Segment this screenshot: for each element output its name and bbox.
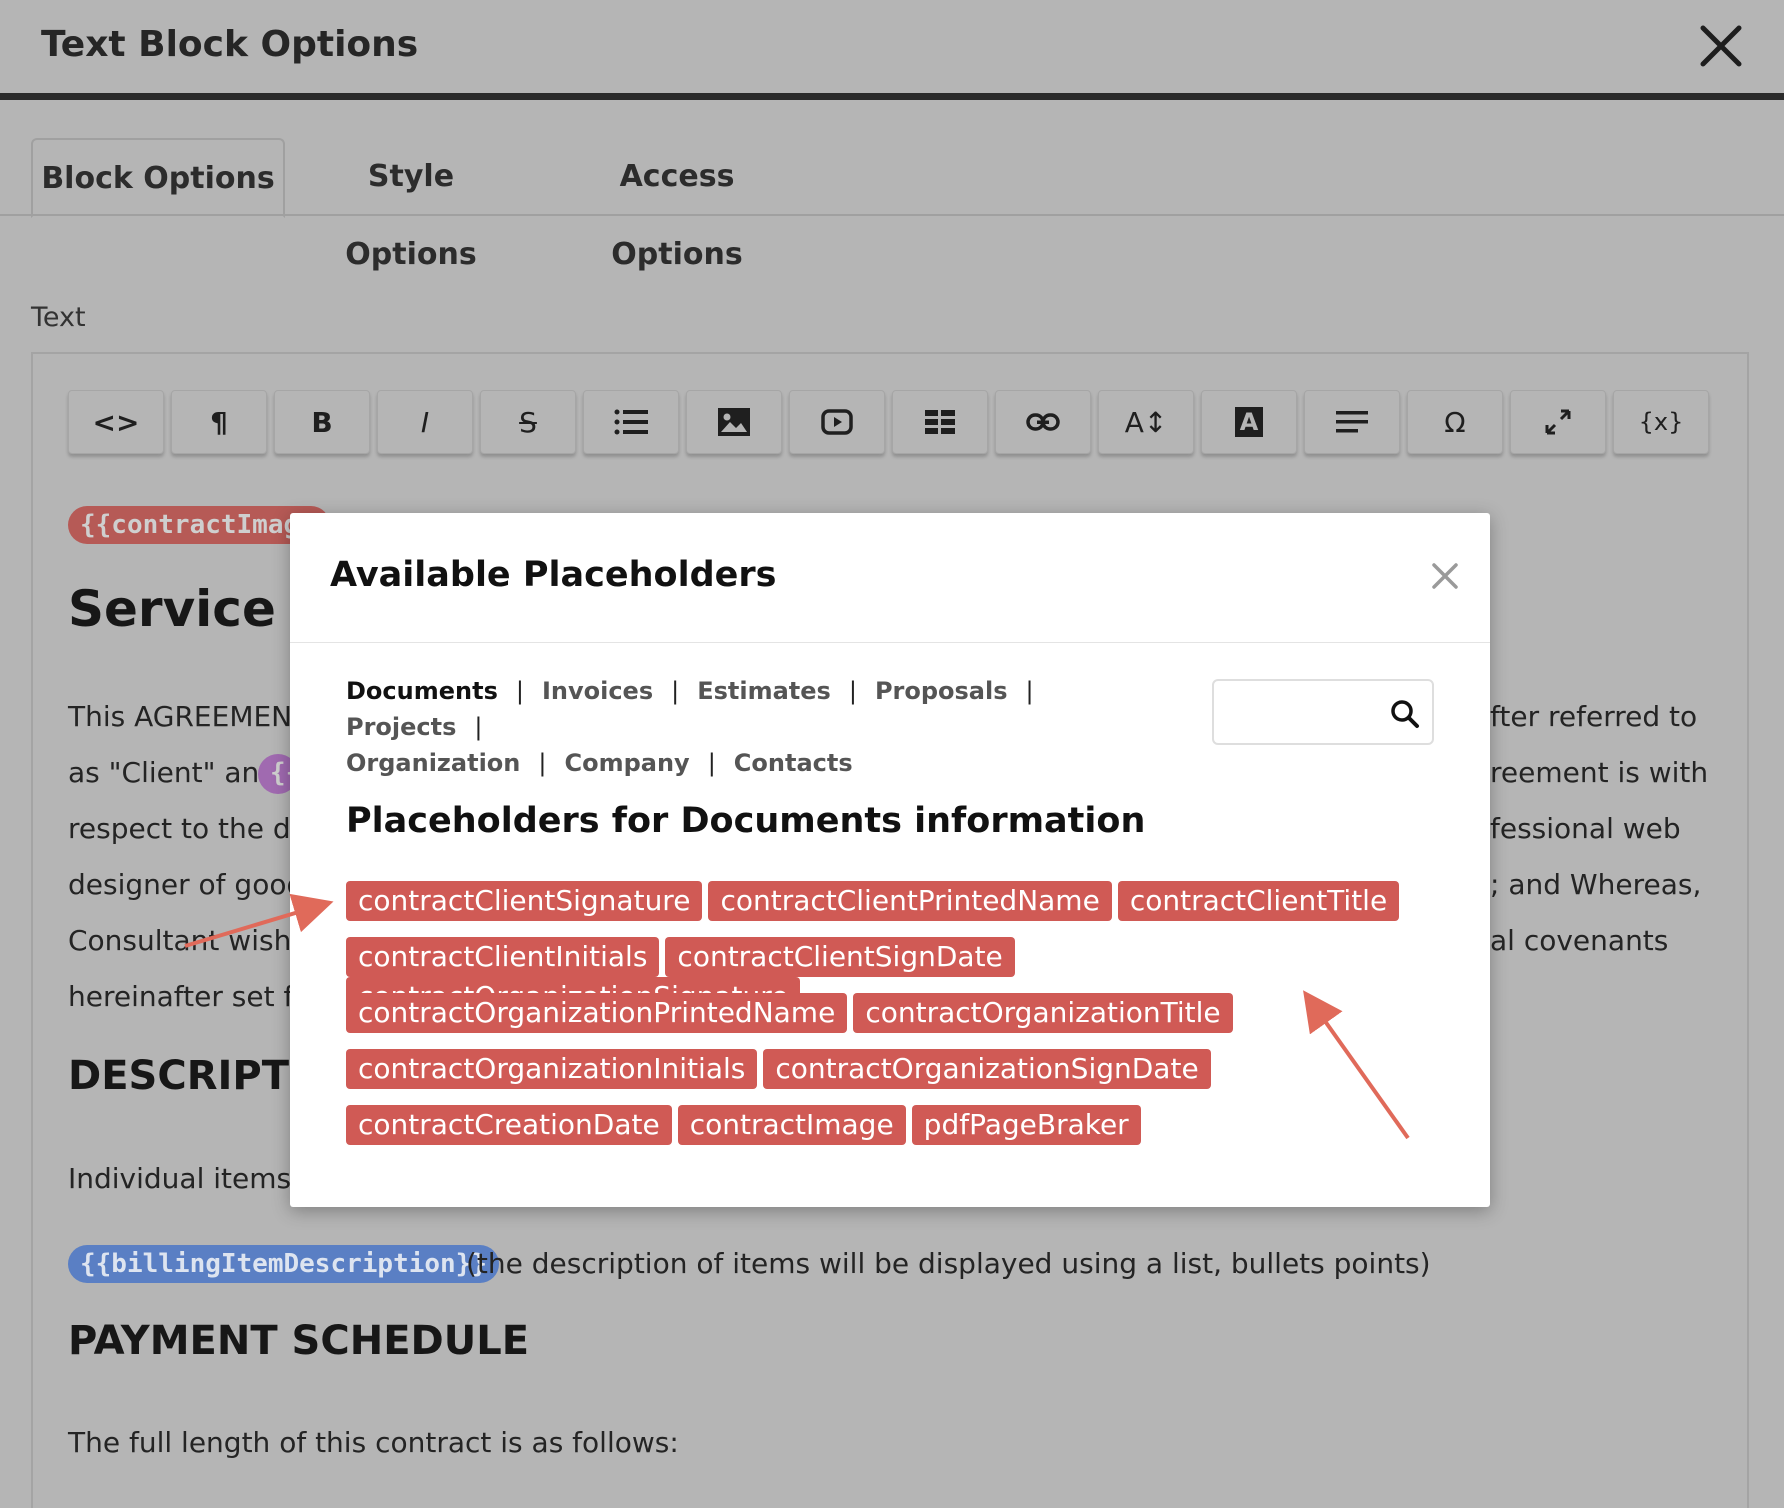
text-color-icon: A xyxy=(1234,407,1264,437)
strikethrough-icon: S xyxy=(519,405,537,439)
placeholder-list: contractClientSignature contractClientPri… xyxy=(346,881,1446,1161)
italic-icon: I xyxy=(420,405,430,439)
code-view-button[interactable]: <> xyxy=(68,390,164,454)
placeholders-modal: Available Placeholders Documents | Invoice… xyxy=(290,513,1490,1207)
list-button[interactable] xyxy=(583,390,679,454)
category-organization[interactable]: Organization xyxy=(346,745,520,781)
placeholder-icon: {x} xyxy=(1638,408,1684,436)
items-line: Individual items i xyxy=(68,1162,308,1195)
search-icon[interactable] xyxy=(1390,699,1420,729)
placeholder-row: contractOrganizationInitials contractOrga… xyxy=(346,1049,1446,1105)
table-button[interactable] xyxy=(892,390,988,454)
text-color-button[interactable]: A xyxy=(1201,390,1297,454)
link-button[interactable] xyxy=(995,390,1091,454)
paragraph-line-right: reement is with xyxy=(1490,756,1709,789)
font-size-button[interactable]: A↕ xyxy=(1098,390,1194,454)
placeholder-row: contractCreationDate contractImage pdfPage… xyxy=(346,1105,1446,1161)
fullscreen-button[interactable] xyxy=(1510,390,1606,454)
special-char-button[interactable]: Ω xyxy=(1407,390,1503,454)
placeholder-chip[interactable]: contractClientTitle xyxy=(1117,881,1400,921)
placeholder-chip[interactable]: contractOrganizationTitle xyxy=(853,993,1233,1033)
placeholder-search xyxy=(1212,679,1434,745)
placeholder-chip[interactable]: contractOrganizationInitials xyxy=(346,1049,758,1089)
align-icon xyxy=(1336,411,1368,433)
placeholder-categories: Documents | Invoices | Estimates | Proposals | P… xyxy=(346,673,1086,781)
category-invoices[interactable]: Invoices xyxy=(542,673,653,709)
placeholder-chip[interactable]: contractClientSignature xyxy=(346,881,703,921)
fullscreen-icon xyxy=(1545,409,1571,435)
paragraph-line: Consultant wishes xyxy=(68,924,324,957)
list-icon xyxy=(614,409,648,435)
tab-style-options[interactable]: Style Options xyxy=(300,138,522,272)
category-separator: | xyxy=(538,749,547,777)
category-contacts[interactable]: Contacts xyxy=(734,745,853,781)
dialog-title: Text Block Options xyxy=(41,24,419,65)
category-separator: | xyxy=(707,749,716,777)
italic-button[interactable]: I xyxy=(377,390,473,454)
paragraph-line-right: fessional web xyxy=(1490,812,1681,845)
paragraph-line-right: ; and Whereas, xyxy=(1490,868,1702,901)
section-heading-description: DESCRIPTI xyxy=(68,1053,304,1099)
placeholder-chip[interactable]: contractClientPrintedName xyxy=(708,881,1112,921)
tab-block-options[interactable]: Block Options xyxy=(31,138,285,218)
dialog-header: Text Block Options xyxy=(0,0,1784,100)
paragraph-button[interactable]: ¶ xyxy=(171,390,267,454)
placeholder-row: contractClientSignature contractClientPri… xyxy=(346,881,1446,937)
paragraph-line-right: fter referred to xyxy=(1490,700,1698,733)
category-projects[interactable]: Projects xyxy=(346,709,456,745)
bold-button[interactable]: B xyxy=(274,390,370,454)
category-separator: | xyxy=(1025,677,1034,705)
billing-note: (the description of items will be displa… xyxy=(466,1247,1431,1280)
category-proposals[interactable]: Proposals xyxy=(875,673,1008,709)
modal-header: Available Placeholders xyxy=(290,513,1490,643)
modal-close-icon[interactable] xyxy=(1430,561,1460,591)
category-separator: | xyxy=(474,713,483,741)
paragraph-line: respect to the des xyxy=(68,812,323,845)
paragraph-line-right: al covenants xyxy=(1490,924,1669,957)
paragraph-line: This AGREEMENT i xyxy=(68,700,326,733)
paragraph-line: as "Client" and xyxy=(68,756,278,789)
font-size-icon: A↕ xyxy=(1124,405,1168,439)
special-char-icon: Ω xyxy=(1444,405,1466,439)
video-button[interactable] xyxy=(789,390,885,454)
billing-placeholder-tag[interactable]: {{billingItemDescription}} xyxy=(68,1245,499,1283)
paragraph-line: hereinafter set fo xyxy=(68,980,311,1013)
category-documents[interactable]: Documents xyxy=(346,673,498,709)
tab-bar: Block Options Style Options Access Optio… xyxy=(0,138,1784,272)
placeholder-button[interactable]: {x} xyxy=(1613,390,1709,454)
paragraph-line: designer of good s xyxy=(68,868,328,901)
contract-length-line: The full length of this contract is as f… xyxy=(68,1426,679,1459)
table-icon xyxy=(925,410,955,434)
placeholder-row: contractClientInitials contractClientSign… xyxy=(346,937,1446,1017)
placeholder-chip[interactable]: contractImage xyxy=(677,1105,906,1145)
category-separator: | xyxy=(671,677,680,705)
placeholder-chip[interactable]: pdfPageBraker xyxy=(911,1105,1141,1145)
category-estimates[interactable]: Estimates xyxy=(697,673,831,709)
placeholder-chip[interactable]: contractCreationDate xyxy=(346,1105,672,1145)
category-separator: | xyxy=(515,677,524,705)
text-field-label: Text xyxy=(31,302,86,333)
placeholders-section-title: Placeholders for Documents information xyxy=(346,801,1146,841)
category-company[interactable]: Company xyxy=(564,745,689,781)
category-separator: | xyxy=(848,677,857,705)
placeholder-chip[interactable]: contractOrganizationSignDate xyxy=(763,1049,1211,1089)
modal-title: Available Placeholders xyxy=(330,555,777,595)
placeholder-row: contractOrganizationPrintedName contractO… xyxy=(346,993,1446,1049)
code-view-icon: <> xyxy=(92,405,140,439)
close-icon[interactable] xyxy=(1697,22,1745,70)
placeholder-chip[interactable]: contractOrganizationPrintedName xyxy=(346,993,848,1033)
image-icon xyxy=(718,408,750,436)
align-button[interactable] xyxy=(1304,390,1400,454)
search-input[interactable] xyxy=(1224,689,1384,737)
strikethrough-button[interactable]: S xyxy=(480,390,576,454)
placeholder-chip[interactable]: contractClientSignDate xyxy=(665,937,1015,977)
video-icon xyxy=(821,409,853,435)
bold-icon: B xyxy=(311,405,333,439)
tab-access-options[interactable]: Access Options xyxy=(556,138,798,272)
link-icon xyxy=(1026,413,1060,431)
paragraph-icon: ¶ xyxy=(210,405,228,439)
image-button[interactable] xyxy=(686,390,782,454)
placeholder-chip[interactable]: contractClientInitials xyxy=(346,937,660,977)
section-heading-payment: PAYMENT SCHEDULE xyxy=(68,1318,530,1364)
